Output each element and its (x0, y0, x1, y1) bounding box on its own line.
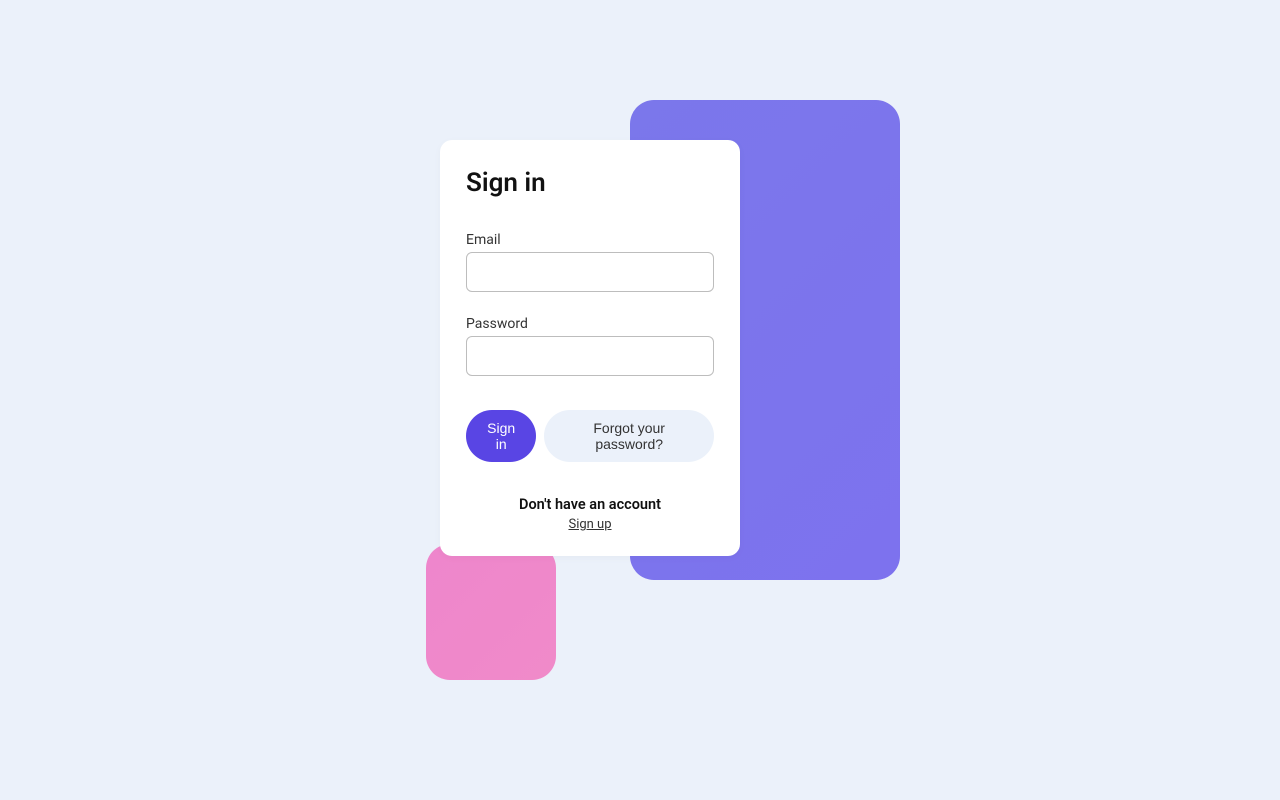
password-input[interactable] (466, 336, 714, 376)
signup-prompt: Don't have an account (466, 496, 714, 513)
forgot-password-button[interactable]: Forgot your password? (544, 410, 714, 462)
email-input[interactable] (466, 252, 714, 292)
signin-button[interactable]: Sign in (466, 410, 536, 462)
password-field-group: Password (466, 316, 714, 376)
login-stage: Sign in Email Password Sign in Forgot yo… (440, 140, 840, 660)
signin-card: Sign in Email Password Sign in Forgot yo… (440, 140, 740, 556)
signup-link[interactable]: Sign up (568, 517, 611, 532)
card-footer: Don't have an account Sign up (466, 496, 714, 532)
form-actions: Sign in Forgot your password? (466, 410, 714, 462)
email-field-group: Email (466, 232, 714, 292)
page-title: Sign in (466, 168, 714, 198)
email-label: Email (466, 232, 714, 248)
password-label: Password (466, 316, 714, 332)
decorative-shape-pink (426, 544, 556, 680)
